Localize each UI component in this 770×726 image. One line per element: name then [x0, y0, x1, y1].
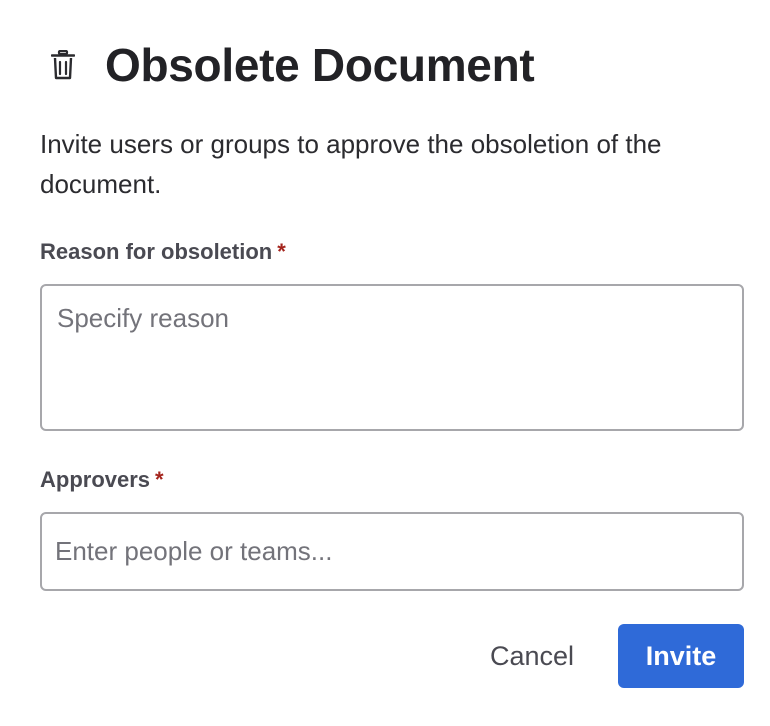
reason-textarea[interactable]	[40, 284, 744, 431]
approvers-label-text: Approvers	[40, 467, 151, 492]
cancel-button[interactable]: Cancel	[470, 624, 594, 688]
dialog-header: Obsolete Document	[48, 38, 535, 92]
approvers-input[interactable]	[40, 512, 744, 591]
obsolete-document-dialog: Obsolete Document Invite users or groups…	[0, 0, 770, 726]
reason-label-text: Reason for obsoletion	[40, 239, 273, 264]
approvers-required-mark: *	[155, 467, 164, 492]
dialog-title: Obsolete Document	[105, 39, 535, 91]
approvers-label: Approvers *	[40, 466, 164, 494]
reason-required-mark: *	[277, 239, 286, 264]
trash-icon	[48, 48, 78, 82]
reason-label: Reason for obsoletion *	[40, 238, 286, 266]
dialog-description: Invite users or groups to approve the ob…	[40, 129, 662, 199]
invite-button[interactable]: Invite	[618, 624, 744, 688]
